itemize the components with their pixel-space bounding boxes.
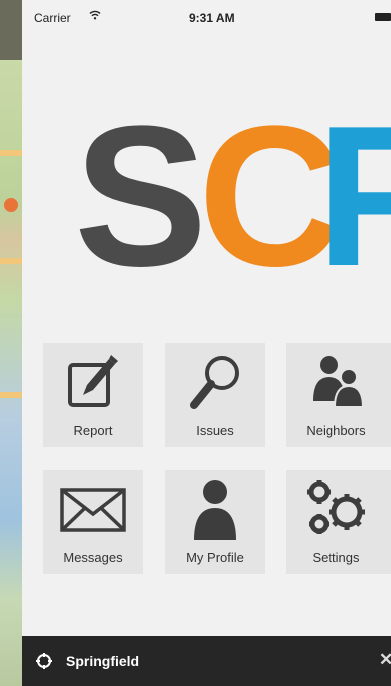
messages-button[interactable]: Messages — [43, 470, 143, 574]
settings-button[interactable]: Settings — [286, 470, 391, 574]
battery-icon — [375, 13, 391, 21]
neighbors-label: Neighbors — [306, 423, 366, 438]
report-label: Report — [73, 423, 113, 438]
wifi-icon — [89, 10, 101, 23]
my-profile-label: My Profile — [186, 550, 244, 565]
settings-label: Settings — [312, 550, 360, 565]
gears-icon — [286, 478, 386, 542]
logo-letter-s: S — [74, 112, 208, 282]
issues-button[interactable]: Issues — [165, 343, 265, 447]
clock-time: 9:31 AM — [189, 11, 235, 25]
envelope-icon — [43, 478, 143, 542]
app-logo: S C F — [74, 112, 391, 282]
my-profile-button[interactable]: My Profile — [165, 470, 265, 574]
people-icon — [286, 351, 386, 415]
carrier-label: Carrier — [34, 11, 71, 25]
report-button[interactable]: Report — [43, 343, 143, 447]
status-bar: Carrier 9:31 AM — [22, 0, 391, 34]
location-icon — [36, 653, 52, 674]
close-icon[interactable]: ✕ — [379, 650, 391, 670]
issues-label: Issues — [196, 423, 234, 438]
person-icon — [165, 478, 265, 542]
report-icon — [43, 351, 143, 415]
app-screen: Carrier 9:31 AM S C F Report Issues Neig… — [22, 0, 391, 686]
city-name: Springfield — [66, 653, 140, 669]
logo-letter-f: F — [316, 112, 391, 282]
neighbors-button[interactable]: Neighbors — [286, 343, 391, 447]
messages-label: Messages — [63, 550, 123, 565]
background-map — [0, 0, 22, 686]
magnifier-icon — [165, 351, 265, 415]
location-bar[interactable]: Springfield ✕ — [22, 636, 391, 686]
